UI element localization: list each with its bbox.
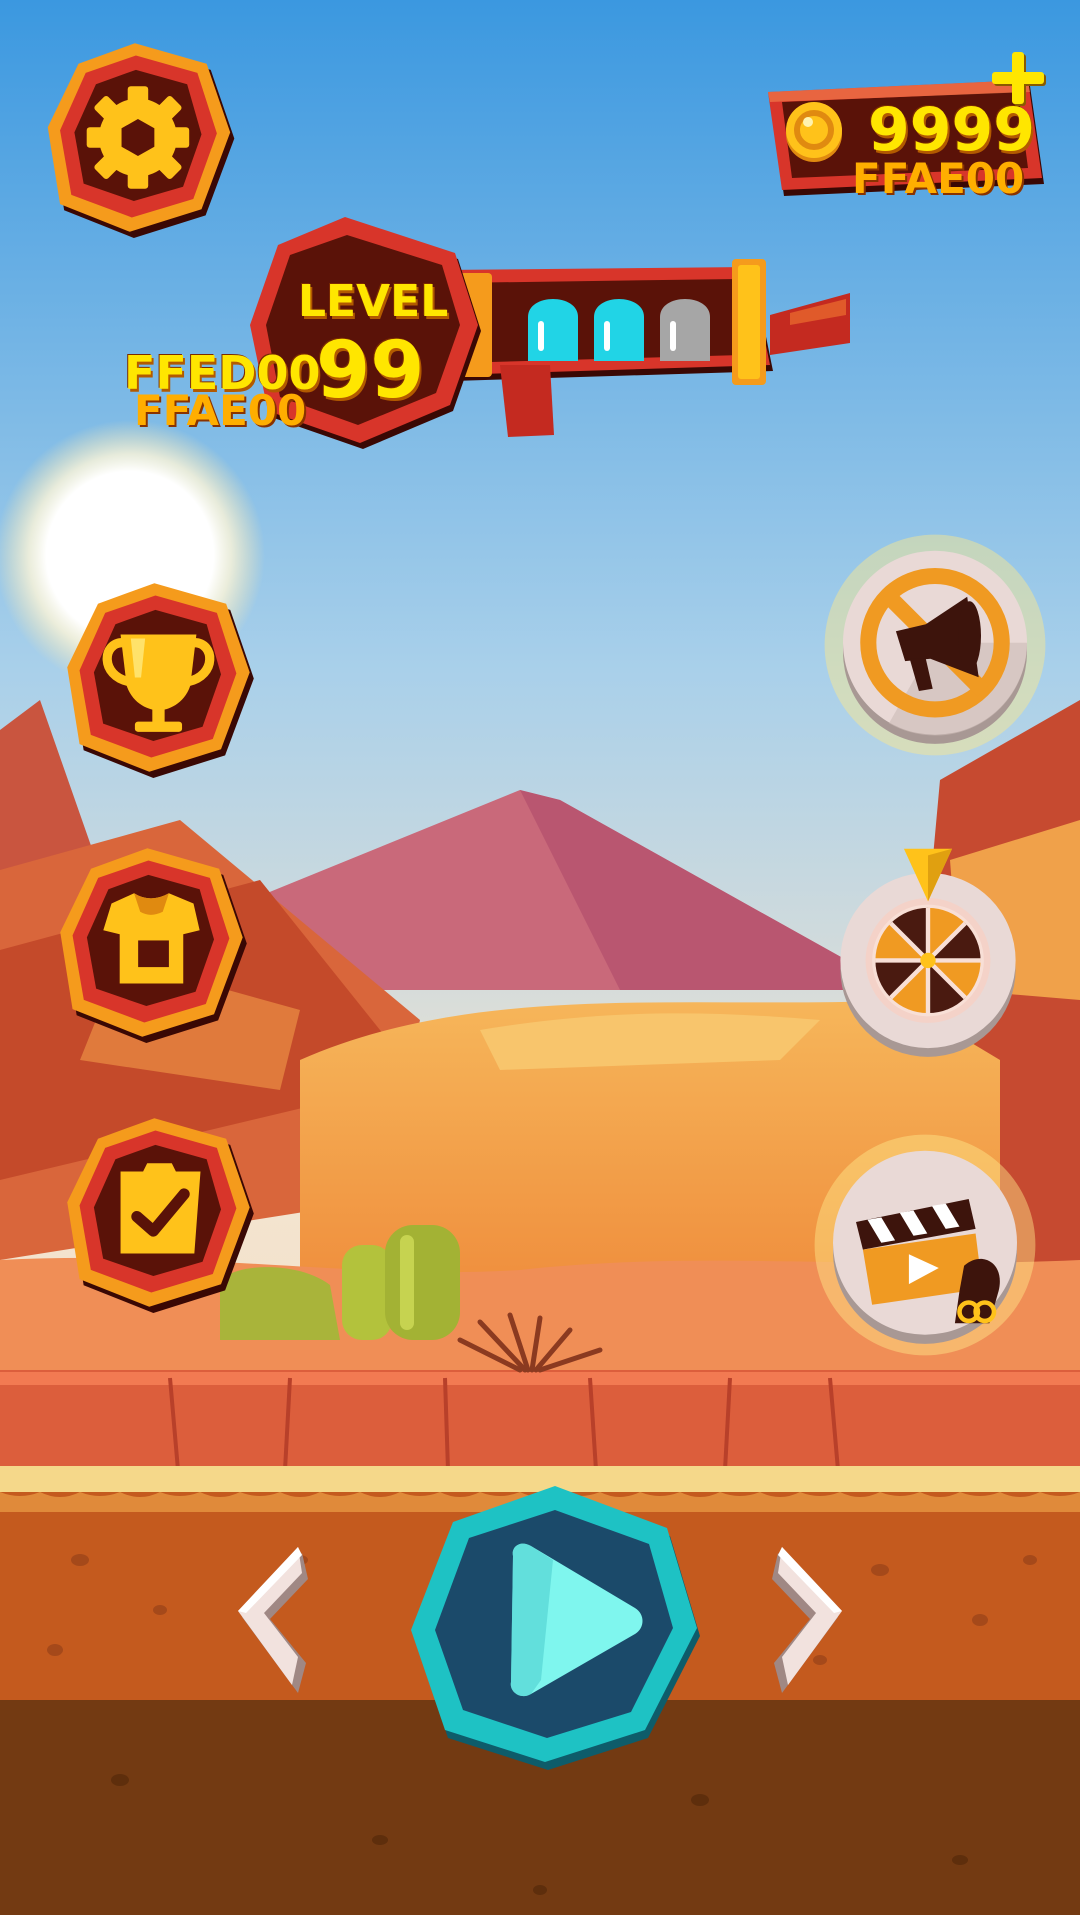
chevron-right-icon xyxy=(772,1547,842,1693)
shop-skins-button[interactable] xyxy=(45,840,260,1045)
missions-button[interactable] xyxy=(52,1110,267,1315)
watch-video-reward-button[interactable] xyxy=(810,1130,1040,1360)
prev-character-button[interactable] xyxy=(232,1545,312,1695)
level-number: 99 xyxy=(316,326,425,416)
coin-color-tag: FFAE00 xyxy=(852,154,1025,203)
coin-icon xyxy=(782,100,846,164)
ammo-indicator xyxy=(520,285,720,365)
remove-ads-button[interactable] xyxy=(820,530,1050,760)
ammo-bullet-filled xyxy=(528,299,578,361)
clipboard-check-icon xyxy=(120,1163,201,1254)
next-character-button[interactable] xyxy=(768,1545,848,1695)
level-label: LEVEL xyxy=(298,276,449,327)
lucky-wheel-button[interactable] xyxy=(818,840,1038,1070)
add-coins-button[interactable] xyxy=(990,50,1050,110)
gear-icon xyxy=(86,86,190,189)
ammo-bullet-empty xyxy=(660,299,710,361)
lucky-wheel-icon xyxy=(865,848,991,1023)
play-button[interactable] xyxy=(405,1480,705,1770)
leaderboard-button[interactable] xyxy=(52,575,267,780)
chevron-left-icon xyxy=(238,1547,308,1693)
settings-button[interactable] xyxy=(35,35,245,240)
level-color-tag-bottom: FFAE00 xyxy=(134,386,307,435)
ammo-bullet-filled xyxy=(594,299,644,361)
